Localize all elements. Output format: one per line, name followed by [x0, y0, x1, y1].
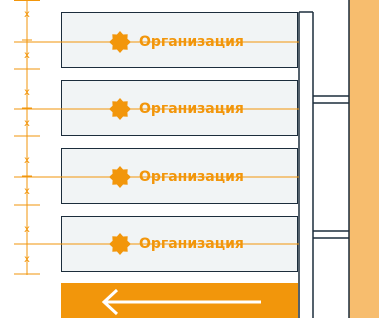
gear-icon: [109, 31, 131, 53]
org-card-label: Организация: [139, 34, 244, 50]
org-card-label: Организация: [139, 101, 244, 117]
org-card-label: Организация: [139, 236, 244, 252]
back-button[interactable]: [61, 283, 298, 318]
dimension-x-mark: x: [24, 155, 30, 166]
dimension-x-mark: x: [24, 50, 30, 61]
org-card-label: Организация: [139, 169, 244, 185]
dimension-x-mark: x: [24, 118, 30, 129]
gear-icon: [109, 98, 131, 120]
dimension-x-mark: x: [24, 186, 30, 197]
gear-icon: [109, 166, 131, 188]
dimension-x-mark: x: [24, 224, 30, 235]
guide-lines: [14, 41, 299, 245]
connector: [313, 95, 349, 239]
arrow-left-icon: [101, 288, 261, 316]
dimension-x-mark: x: [24, 9, 30, 20]
dimension-x-mark: x: [24, 87, 30, 98]
gear-icon: [109, 233, 131, 255]
dimension-x-mark: x: [24, 254, 30, 265]
